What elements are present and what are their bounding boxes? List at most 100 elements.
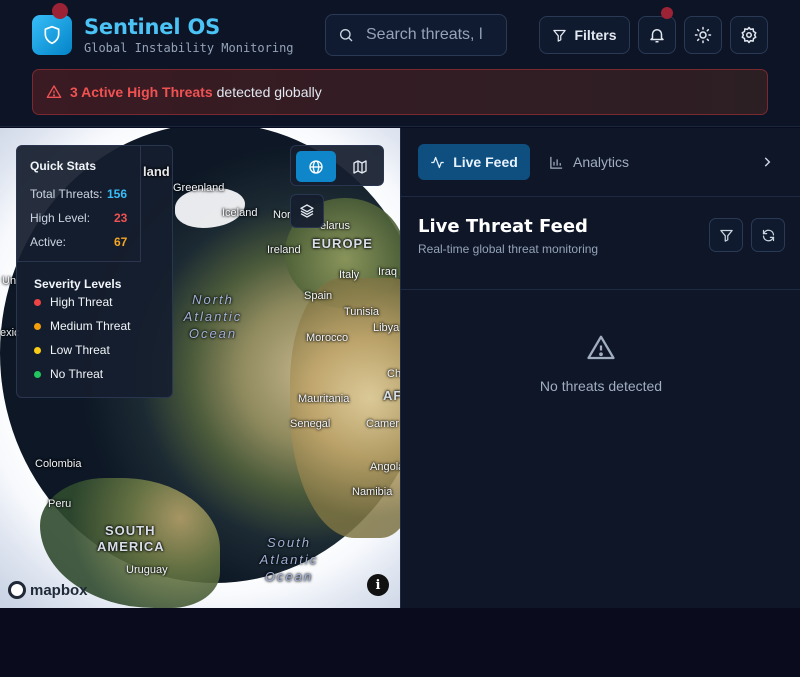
empty-state-text: No threats detected	[539, 378, 663, 394]
map-label-libya: Libya	[373, 322, 400, 334]
alert-highlight: 3 Active High Threats	[70, 84, 213, 100]
quick-stats-title: Quick Stats	[30, 159, 97, 173]
severity-dot-high	[34, 298, 41, 306]
theme-toggle-button[interactable]	[684, 16, 722, 54]
map-label-tunisia: Tunisia	[344, 306, 380, 318]
stat-active-label: Active:	[30, 235, 67, 249]
globe-view-button[interactable]	[296, 151, 336, 182]
ocean-line-1: South	[267, 535, 311, 550]
map-label-iraq: Iraq	[378, 266, 397, 278]
map-label-europe: EUROPE	[312, 236, 373, 251]
filters-label: Filters	[574, 27, 617, 43]
feed-refresh-button[interactable]	[751, 218, 785, 252]
stat-active-value: 67	[114, 235, 128, 249]
alert-text: detected globally	[216, 84, 322, 100]
map-label-italy: Italy	[339, 269, 360, 281]
app-header: Sentinel OS Global Instability Monitorin…	[0, 0, 800, 127]
empty-state	[401, 333, 800, 368]
stat-total-label: Total Threats:	[30, 187, 103, 201]
threat-alert-banner: 3 Active High Threats detected globally	[32, 69, 768, 115]
severity-dot-low	[34, 346, 41, 354]
filter-icon	[719, 229, 733, 242]
severity-label: Medium Threat	[50, 319, 131, 333]
map-label-cameroon: Camer	[366, 418, 400, 430]
ocean-line-1: North	[192, 292, 234, 307]
map-label-north-atlantic: North Atlantic Ocean	[178, 291, 248, 342]
severity-label: No Threat	[50, 367, 104, 381]
map-label-iceland: Iceland	[222, 207, 258, 219]
map-label-uruguay: Uruguay	[126, 564, 168, 576]
warning-icon	[587, 335, 615, 360]
shield-icon	[44, 25, 60, 45]
severity-item-high: High Threat	[34, 295, 112, 309]
search-box[interactable]	[325, 14, 507, 56]
stat-high-value: 23	[114, 211, 128, 225]
map-label-ireland: Ireland	[267, 244, 301, 256]
activity-icon	[431, 156, 444, 168]
threat-panel: Live Feed Analytics Live Threat Feed Rea…	[400, 128, 800, 608]
bar-chart-icon	[550, 156, 563, 169]
notifications-button[interactable]	[638, 16, 676, 54]
map-label-angola: Angola	[370, 461, 400, 473]
severity-dot-none	[34, 370, 41, 378]
tab-live-label: Live Feed	[453, 154, 518, 170]
map-label-america: AMERICA	[97, 539, 165, 554]
flat-map-view-button[interactable]	[340, 151, 380, 182]
ocean-line-2: Atlantic	[259, 552, 319, 567]
sun-icon	[694, 26, 712, 44]
globe-icon	[309, 159, 323, 174]
collapse-panel-button[interactable]	[757, 152, 777, 172]
map-label-colombia: Colombia	[35, 458, 82, 470]
ocean-line-2: Atlantic	[183, 309, 243, 324]
feed-header: Live Threat Feed Real-time global threat…	[401, 198, 800, 290]
map-label-belarus: elarus	[320, 220, 350, 232]
layers-button[interactable]	[290, 194, 324, 228]
severity-label: High Threat	[50, 295, 113, 309]
info-button[interactable]: i	[367, 574, 389, 596]
map-label-mauritania: Mauritania	[298, 393, 350, 405]
map-icon	[353, 159, 367, 174]
bottom-area	[0, 608, 800, 677]
settings-button[interactable]	[730, 16, 768, 54]
globe-map[interactable]: Greenland Iceland Nor elarus Ireland EUR…	[0, 128, 400, 608]
search-icon	[340, 29, 353, 42]
map-label-greenland-partial: land	[143, 164, 170, 179]
map-label-un: Un	[2, 275, 17, 287]
map-label-norway: Nor	[273, 209, 291, 221]
map-label-greenland: Greenland	[173, 182, 225, 194]
filter-icon	[553, 29, 567, 42]
map-label-senegal: Senegal	[290, 418, 331, 430]
severity-item-none: No Threat	[34, 367, 103, 381]
map-label-morocco: Morocco	[306, 332, 349, 344]
map-view-toggle	[290, 145, 384, 186]
layers-icon	[300, 204, 314, 218]
mapbox-text: mapbox	[30, 581, 88, 599]
warning-icon	[46, 85, 62, 98]
feed-title: Live Threat Feed	[418, 216, 588, 237]
tab-live-feed[interactable]: Live Feed	[418, 144, 530, 180]
feed-filter-button[interactable]	[709, 218, 743, 252]
search-input[interactable]	[366, 26, 496, 44]
map-label-namibia: Namibia	[352, 486, 393, 498]
map-stats-panel: land Quick Stats Total Threats: 156 High…	[16, 145, 173, 398]
severity-item-medium: Medium Threat	[34, 319, 130, 333]
mapbox-logo-icon	[8, 581, 26, 599]
map-label-chad: Ch	[387, 368, 400, 380]
severity-dot-medium	[34, 322, 41, 330]
logo-indicator-dot	[52, 3, 68, 19]
mapbox-attribution[interactable]: mapbox	[8, 581, 88, 599]
chevron-right-icon	[764, 157, 771, 167]
notification-badge	[661, 7, 673, 19]
severity-title: Severity Levels	[34, 277, 122, 291]
ocean-line-3: Ocean	[264, 569, 314, 584]
brand-subtitle: Global Instability Monitoring	[84, 41, 294, 55]
panel-tabs: Live Feed Analytics	[401, 128, 800, 197]
gear-icon	[741, 26, 757, 44]
map-label-south: SOUTH	[105, 523, 156, 538]
bell-icon	[650, 29, 664, 43]
severity-label: Low Threat	[50, 343, 110, 357]
ocean-line-3: Ocean	[188, 326, 238, 341]
filters-button[interactable]: Filters	[539, 16, 630, 54]
tab-analytics[interactable]: Analytics	[549, 144, 629, 180]
severity-item-low: Low Threat	[34, 343, 110, 357]
